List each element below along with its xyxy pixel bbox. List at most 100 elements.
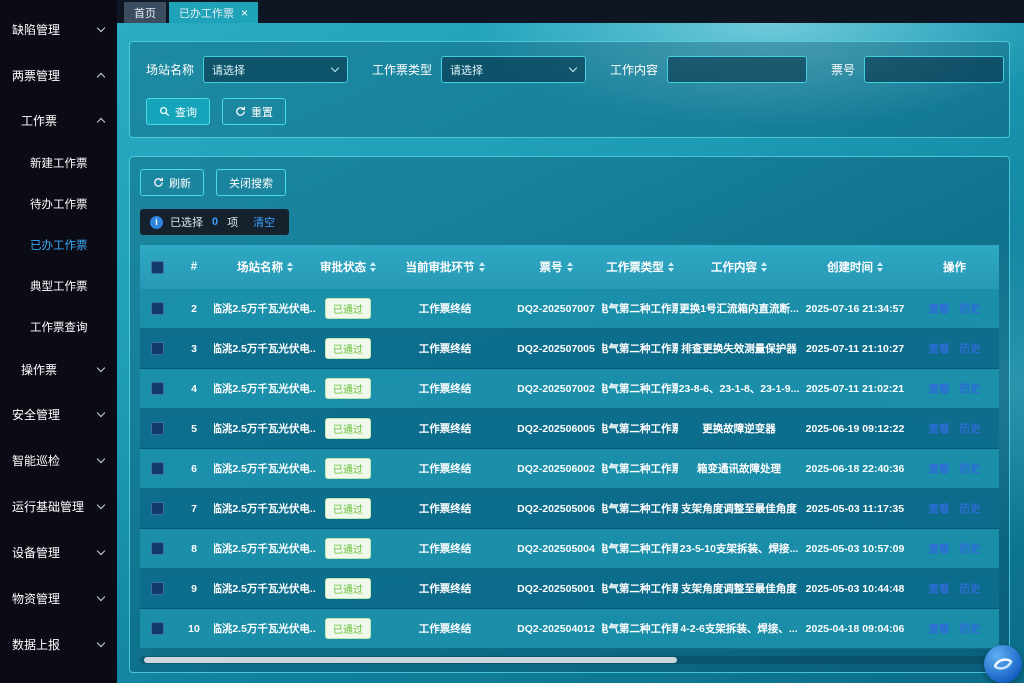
cell-ticket-no: DQ2-202505001: [510, 569, 602, 608]
sidebar-item-工作票查询[interactable]: 工作票查询: [0, 306, 117, 347]
work-content-input[interactable]: [676, 57, 798, 82]
query-button[interactable]: 查询: [146, 98, 210, 125]
cell-work-content: 箱变通讯故障处理: [678, 449, 800, 488]
cell-approval-step: 工作票终结: [380, 489, 510, 528]
row-checkbox[interactable]: [151, 582, 164, 595]
close-tab-icon[interactable]: ×: [241, 7, 248, 19]
ticket-no-input[interactable]: [873, 57, 995, 82]
sidebar-item-操作票[interactable]: 操作票: [0, 347, 117, 391]
sort-desc-icon: [479, 268, 485, 272]
column-header-操作: 操作: [910, 245, 999, 289]
history-link[interactable]: 历史: [960, 501, 981, 516]
status-badge: 已通过: [325, 498, 371, 519]
view-link[interactable]: 查看: [929, 541, 950, 556]
row-checkbox[interactable]: [151, 302, 164, 315]
view-link[interactable]: 查看: [929, 621, 950, 636]
column-header-label: 当前审批环节: [406, 259, 475, 275]
status-badge: 已通过: [325, 458, 371, 479]
row-checkbox[interactable]: [151, 462, 164, 475]
cell-operations: 查看历史: [910, 529, 999, 568]
row-checkbox[interactable]: [151, 622, 164, 635]
cell-status: 已通过: [316, 449, 380, 488]
sidebar-item-工作票[interactable]: 工作票: [0, 98, 117, 142]
clear-selection-link[interactable]: 清空: [253, 214, 275, 230]
ticket-type-select[interactable]: 请选择: [441, 56, 586, 83]
selection-text-suffix: 项: [227, 214, 238, 230]
table-row: 6临洮2.5万千瓦光伏电...已通过工作票终结DQ2-202506002电气第二…: [140, 449, 999, 489]
row-checkbox[interactable]: [151, 502, 164, 515]
sidebar-item-缺陷管理[interactable]: 缺陷管理: [0, 6, 117, 52]
cell-status: 已通过: [316, 289, 380, 328]
history-link[interactable]: 历史: [960, 301, 981, 316]
cell-work-content: 更换1号汇流箱内直流断...: [678, 289, 800, 328]
history-link[interactable]: 历史: [960, 541, 981, 556]
view-link[interactable]: 查看: [929, 581, 950, 596]
column-header-当前审批环节[interactable]: 当前审批环节: [380, 245, 510, 289]
ticket-type-field: 工作票类型 请选择: [372, 56, 586, 83]
column-header-label: 审批状态: [320, 259, 366, 275]
refresh-button[interactable]: 刷新: [140, 169, 204, 196]
row-checkbox-cell: [140, 609, 174, 648]
sidebar-item-label: 典型工作票: [30, 278, 88, 294]
view-link[interactable]: 查看: [929, 341, 950, 356]
cell-operations: 查看历史: [910, 569, 999, 608]
sidebar-item-两票管理[interactable]: 两票管理: [0, 52, 117, 98]
cell-ticket-type: 电气第二种工作票: [602, 609, 678, 648]
scrollbar-thumb[interactable]: [144, 657, 677, 663]
column-header-票号[interactable]: 票号: [510, 245, 602, 289]
history-link[interactable]: 历史: [960, 581, 981, 596]
tab-首页[interactable]: 首页: [124, 2, 166, 23]
column-header-审批状态[interactable]: 审批状态: [316, 245, 380, 289]
row-checkbox-cell: [140, 449, 174, 488]
sort-desc-icon: [370, 268, 376, 272]
history-link[interactable]: 历史: [960, 461, 981, 476]
view-link[interactable]: 查看: [929, 501, 950, 516]
table-row: 2临洮2.5万千瓦光伏电...已通过工作票终结DQ2-202507007电气第二…: [140, 289, 999, 329]
cell-approval-step: 工作票终结: [380, 449, 510, 488]
close-search-button[interactable]: 关闭搜索: [216, 169, 286, 196]
view-link[interactable]: 查看: [929, 381, 950, 396]
selection-text-prefix: 已选择: [170, 214, 203, 230]
column-header-工作内容[interactable]: 工作内容: [678, 245, 800, 289]
column-header-场站名称[interactable]: 场站名称: [214, 245, 316, 289]
sidebar-item-安全管理[interactable]: 安全管理: [0, 391, 117, 437]
sidebar-item-新建工作票[interactable]: 新建工作票: [0, 142, 117, 183]
station-select[interactable]: 请选择: [203, 56, 348, 83]
cell-operations: 查看历史: [910, 409, 999, 448]
brand-logo-button[interactable]: [984, 645, 1022, 683]
reset-button[interactable]: 重置: [222, 98, 286, 125]
sidebar-item-已办工作票[interactable]: 已办工作票: [0, 224, 117, 265]
column-header-工作票类型[interactable]: 工作票类型: [602, 245, 678, 289]
cell-ticket-no: DQ2-202507007: [510, 289, 602, 328]
sidebar-item-label: 工作票查询: [30, 319, 88, 335]
row-checkbox[interactable]: [151, 422, 164, 435]
history-link[interactable]: 历史: [960, 341, 981, 356]
sidebar-item-智能巡检[interactable]: 智能巡检: [0, 437, 117, 483]
sidebar-item-label: 物资管理: [12, 590, 60, 607]
view-link[interactable]: 查看: [929, 421, 950, 436]
sidebar-item-运行基础管理[interactable]: 运行基础管理: [0, 483, 117, 529]
cell-index: 10: [174, 609, 214, 648]
select-all-checkbox[interactable]: [151, 261, 164, 274]
cell-created-time: 2025-05-03 11:17:35: [800, 489, 910, 528]
sidebar-item-物资管理[interactable]: 物资管理: [0, 575, 117, 621]
cell-status: 已通过: [316, 529, 380, 568]
status-badge: 已通过: [325, 338, 371, 359]
history-link[interactable]: 历史: [960, 421, 981, 436]
view-link[interactable]: 查看: [929, 301, 950, 316]
ticket-no-field: 票号: [831, 56, 1004, 83]
sidebar-item-设备管理[interactable]: 设备管理: [0, 529, 117, 575]
row-checkbox[interactable]: [151, 342, 164, 355]
sidebar-item-label: 操作票: [21, 361, 57, 378]
view-link[interactable]: 查看: [929, 461, 950, 476]
station-select-value: 请选择: [212, 62, 245, 78]
row-checkbox[interactable]: [151, 382, 164, 395]
tab-已办工作票[interactable]: 已办工作票×: [169, 2, 258, 23]
sidebar-item-典型工作票[interactable]: 典型工作票: [0, 265, 117, 306]
history-link[interactable]: 历史: [960, 381, 981, 396]
sidebar-item-待办工作票[interactable]: 待办工作票: [0, 183, 117, 224]
history-link[interactable]: 历史: [960, 621, 981, 636]
column-header-创建时间[interactable]: 创建时间: [800, 245, 910, 289]
sidebar-item-数据上报[interactable]: 数据上报: [0, 621, 117, 667]
row-checkbox[interactable]: [151, 542, 164, 555]
